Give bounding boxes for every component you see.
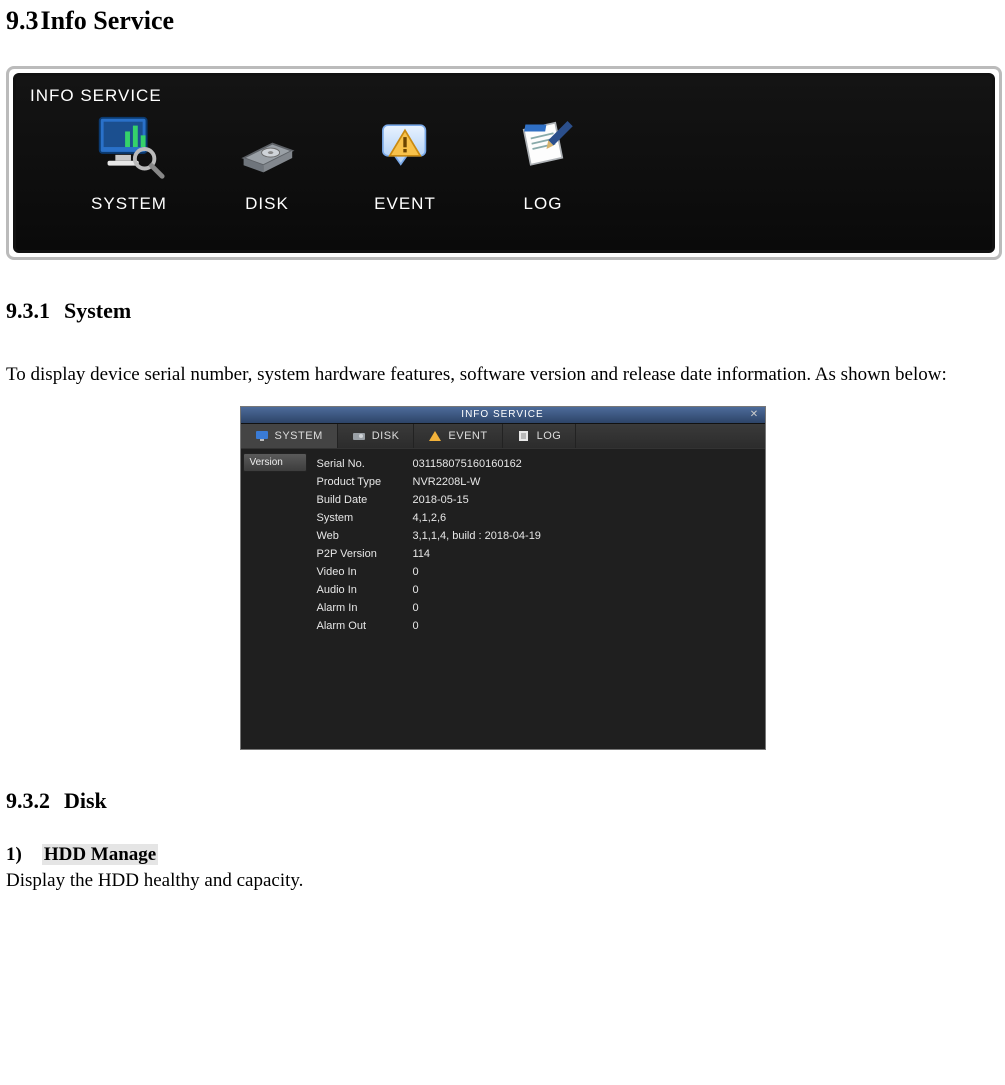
- icon-label-system: SYSTEM: [91, 194, 167, 214]
- system-monitor-icon: [90, 110, 168, 188]
- icon-item-disk[interactable]: DISK: [228, 110, 306, 214]
- kv-value: NVR2208L-W: [413, 476, 759, 488]
- kv-row: Alarm Out0: [317, 617, 759, 635]
- kv-key: Build Date: [317, 494, 413, 506]
- icon-item-log[interactable]: LOG: [504, 110, 582, 214]
- info-service-panel-title: INFO SERVICE: [30, 86, 978, 106]
- info-service-icon-panel: INFO SERVICE: [13, 73, 995, 253]
- kv-row: Serial No.031158075160160162: [317, 455, 759, 473]
- icon-label-disk: DISK: [245, 194, 289, 214]
- para-system-desc: To display device serial number, system …: [6, 354, 999, 396]
- info-service-version-panel: INFO SERVICE ✕ SYSTEM DISK EVENT: [240, 406, 766, 750]
- tab-log[interactable]: LOG: [503, 424, 577, 448]
- kv-key: Product Type: [317, 476, 413, 488]
- tab-disk-label: DISK: [372, 430, 400, 442]
- kv-value: 114: [413, 548, 759, 560]
- kv-value: 3,1,1,4, build : 2018-04-19: [413, 530, 759, 542]
- kv-row: Web3,1,1,4, build : 2018-04-19: [317, 527, 759, 545]
- kv-key: Web: [317, 530, 413, 542]
- kv-row: Audio In0: [317, 581, 759, 599]
- version-side: Version: [241, 449, 313, 749]
- system-mini-icon: [255, 430, 269, 442]
- kv-key: Alarm Out: [317, 620, 413, 632]
- kv-key: Serial No.: [317, 458, 413, 470]
- disk-mini-icon: [352, 430, 366, 442]
- heading-9-3-number: 9.3: [6, 6, 39, 35]
- tab-disk[interactable]: DISK: [338, 424, 415, 448]
- icon-item-system[interactable]: SYSTEM: [90, 110, 168, 214]
- heading-9-3-text: Info Service: [41, 6, 175, 35]
- event-alert-icon: [366, 110, 444, 188]
- kv-key: Audio In: [317, 584, 413, 596]
- kv-row: P2P Version114: [317, 545, 759, 563]
- tab-system[interactable]: SYSTEM: [241, 424, 338, 448]
- kv-row: Product TypeNVR2208L-W: [317, 473, 759, 491]
- log-mini-icon: [517, 430, 531, 442]
- tab-system-label: SYSTEM: [275, 430, 323, 442]
- kv-value: 2018-05-15: [413, 494, 759, 506]
- kv-value: 031158075160160162: [413, 458, 759, 470]
- info-service-version-title: INFO SERVICE: [461, 409, 543, 420]
- heading-9-3-1-number: 9.3.1: [6, 298, 50, 323]
- heading-9-3: 9.3Info Service: [6, 6, 999, 36]
- kv-key: Video In: [317, 566, 413, 578]
- kv-value: 0: [413, 566, 759, 578]
- kv-key: System: [317, 512, 413, 524]
- kv-key: Alarm In: [317, 602, 413, 614]
- disk-hdd-icon: [228, 110, 306, 188]
- disk-item-1-text: Display the HDD healthy and capacity.: [6, 870, 999, 892]
- icon-label-log: LOG: [524, 194, 563, 214]
- event-mini-icon: [428, 430, 442, 442]
- info-service-icon-row: SYSTEM DISK: [30, 110, 978, 214]
- version-body: Version Serial No.031158075160160162 Pro…: [241, 449, 765, 749]
- disk-item-1: 1) HDD Manage: [6, 844, 999, 866]
- heading-9-3-1: 9.3.1 System: [6, 298, 999, 324]
- info-service-version-panel-wrap: INFO SERVICE ✕ SYSTEM DISK EVENT: [6, 406, 999, 750]
- close-icon[interactable]: ✕: [749, 409, 761, 421]
- kv-row: Video In0: [317, 563, 759, 581]
- log-notepad-icon: [504, 110, 582, 188]
- heading-9-3-2-text: Disk: [64, 788, 107, 813]
- version-table: Serial No.031158075160160162 Product Typ…: [313, 449, 765, 749]
- disk-item-1-label: HDD Manage: [42, 844, 158, 865]
- icon-item-event[interactable]: EVENT: [366, 110, 444, 214]
- kv-value: 0: [413, 620, 759, 632]
- kv-value: 0: [413, 584, 759, 596]
- tab-log-label: LOG: [537, 430, 562, 442]
- kv-row: Build Date2018-05-15: [317, 491, 759, 509]
- heading-9-3-1-text: System: [64, 298, 131, 323]
- kv-row: System4,1,2,6: [317, 509, 759, 527]
- kv-key: P2P Version: [317, 548, 413, 560]
- info-service-icon-panel-frame: INFO SERVICE: [6, 66, 1002, 260]
- kv-row: Alarm In0: [317, 599, 759, 617]
- heading-9-3-2-number: 9.3.2: [6, 788, 50, 813]
- tab-event-label: EVENT: [448, 430, 487, 442]
- heading-9-3-2: 9.3.2 Disk: [6, 788, 999, 814]
- disk-item-1-number: 1): [6, 844, 22, 865]
- kv-value: 4,1,2,6: [413, 512, 759, 524]
- tab-event[interactable]: EVENT: [414, 424, 502, 448]
- kv-value: 0: [413, 602, 759, 614]
- side-pill-version[interactable]: Version: [243, 453, 307, 472]
- info-service-version-header: INFO SERVICE ✕: [241, 407, 765, 424]
- info-service-version-tabs: SYSTEM DISK EVENT LOG: [241, 424, 765, 449]
- icon-label-event: EVENT: [374, 194, 436, 214]
